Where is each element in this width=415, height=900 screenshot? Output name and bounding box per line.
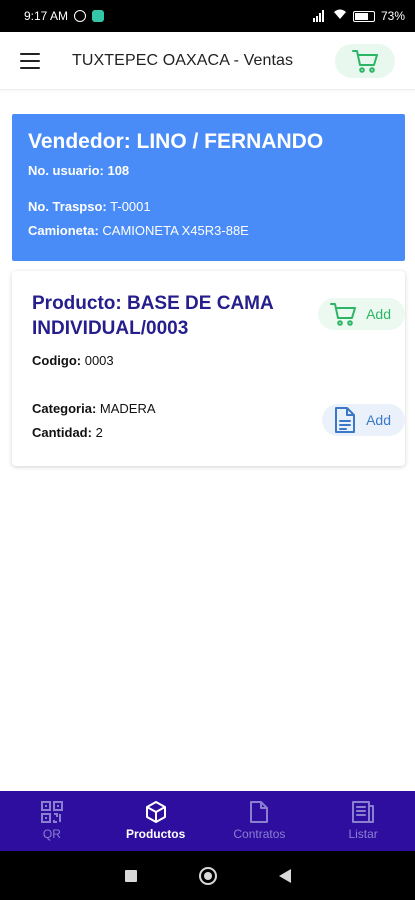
camioneta-label: Camioneta: [28, 223, 99, 238]
nav-item-qr[interactable]: QR [0, 791, 104, 851]
categoria-value: MADERA [99, 401, 156, 416]
camioneta-value: CAMIONETA X45R3-88E [102, 223, 249, 238]
wifi-icon [333, 9, 347, 23]
camioneta-row: Camioneta: CAMIONETA X45R3-88E [28, 222, 389, 240]
codigo-value: 0003 [84, 353, 114, 368]
document-icon [335, 407, 356, 433]
nav-item-contratos[interactable]: Contratos [208, 791, 312, 851]
usuario-value: 108 [107, 163, 130, 178]
shopping-cart-icon [330, 303, 357, 326]
add-to-contract-label: Add [366, 412, 391, 428]
list-document-icon [352, 801, 375, 823]
seller-card: Vendedor: LINO / FERNANDO No. usuario: 1… [12, 114, 405, 261]
seller-name: Vendedor: LINO / FERNANDO [28, 130, 324, 153]
status-time: 9:17 AM [24, 9, 69, 23]
traspaso-label: No. Traspso: [28, 199, 107, 214]
back-icon[interactable] [278, 868, 291, 883]
status-bar: 9:17 AM 73% [0, 0, 415, 32]
cantidad-value: 2 [95, 425, 103, 440]
usuario-row: No. usuario: 108 [28, 162, 389, 180]
add-to-contract-button[interactable]: Add [322, 404, 405, 436]
home-icon[interactable] [198, 866, 217, 885]
recent-apps-icon[interactable] [124, 869, 137, 882]
codigo-row: Codigo: 0003 [32, 349, 385, 373]
app-bar: TUXTEPEC OAXACA - Ventas [0, 32, 415, 90]
alarm-icon [74, 10, 87, 22]
usuario-label: No. usuario: [28, 163, 104, 178]
box-icon [145, 801, 166, 823]
battery-icon [352, 10, 375, 22]
cantidad-label: Cantidad: [32, 425, 92, 440]
shopping-cart-icon [352, 49, 378, 73]
nav-label-productos: Productos [125, 827, 186, 841]
nav-label-listar: Listar [348, 827, 378, 841]
qr-code-icon [40, 801, 63, 823]
product-title: Producto: BASE DE CAMA INDIVIDUAL/0003 [32, 293, 274, 339]
nav-item-listar[interactable]: Listar [311, 791, 415, 851]
document-icon [250, 801, 269, 823]
bottom-nav: QR Productos Contratos Listar [0, 791, 415, 851]
add-to-cart-label: Add [366, 306, 391, 322]
app-notification-icon [92, 10, 105, 22]
add-to-cart-button[interactable]: Add [318, 298, 405, 330]
traspaso-row: No. Traspso: T-0001 [28, 198, 389, 216]
categoria-label: Categoria: [32, 401, 97, 416]
cart-button[interactable] [335, 43, 395, 78]
system-nav [0, 851, 415, 900]
nav-item-productos[interactable]: Productos [104, 791, 208, 851]
traspaso-value: T-0001 [110, 199, 151, 214]
nav-label-qr: QR [42, 827, 61, 841]
menu-icon[interactable] [20, 52, 40, 69]
battery-percent: 73% [380, 9, 405, 23]
codigo-label: Codigo: [32, 353, 82, 368]
page-title: TUXTEPEC OAXACA - Ventas [72, 51, 294, 69]
nav-label-contratos: Contratos [233, 827, 286, 841]
signal-icon [312, 10, 327, 22]
